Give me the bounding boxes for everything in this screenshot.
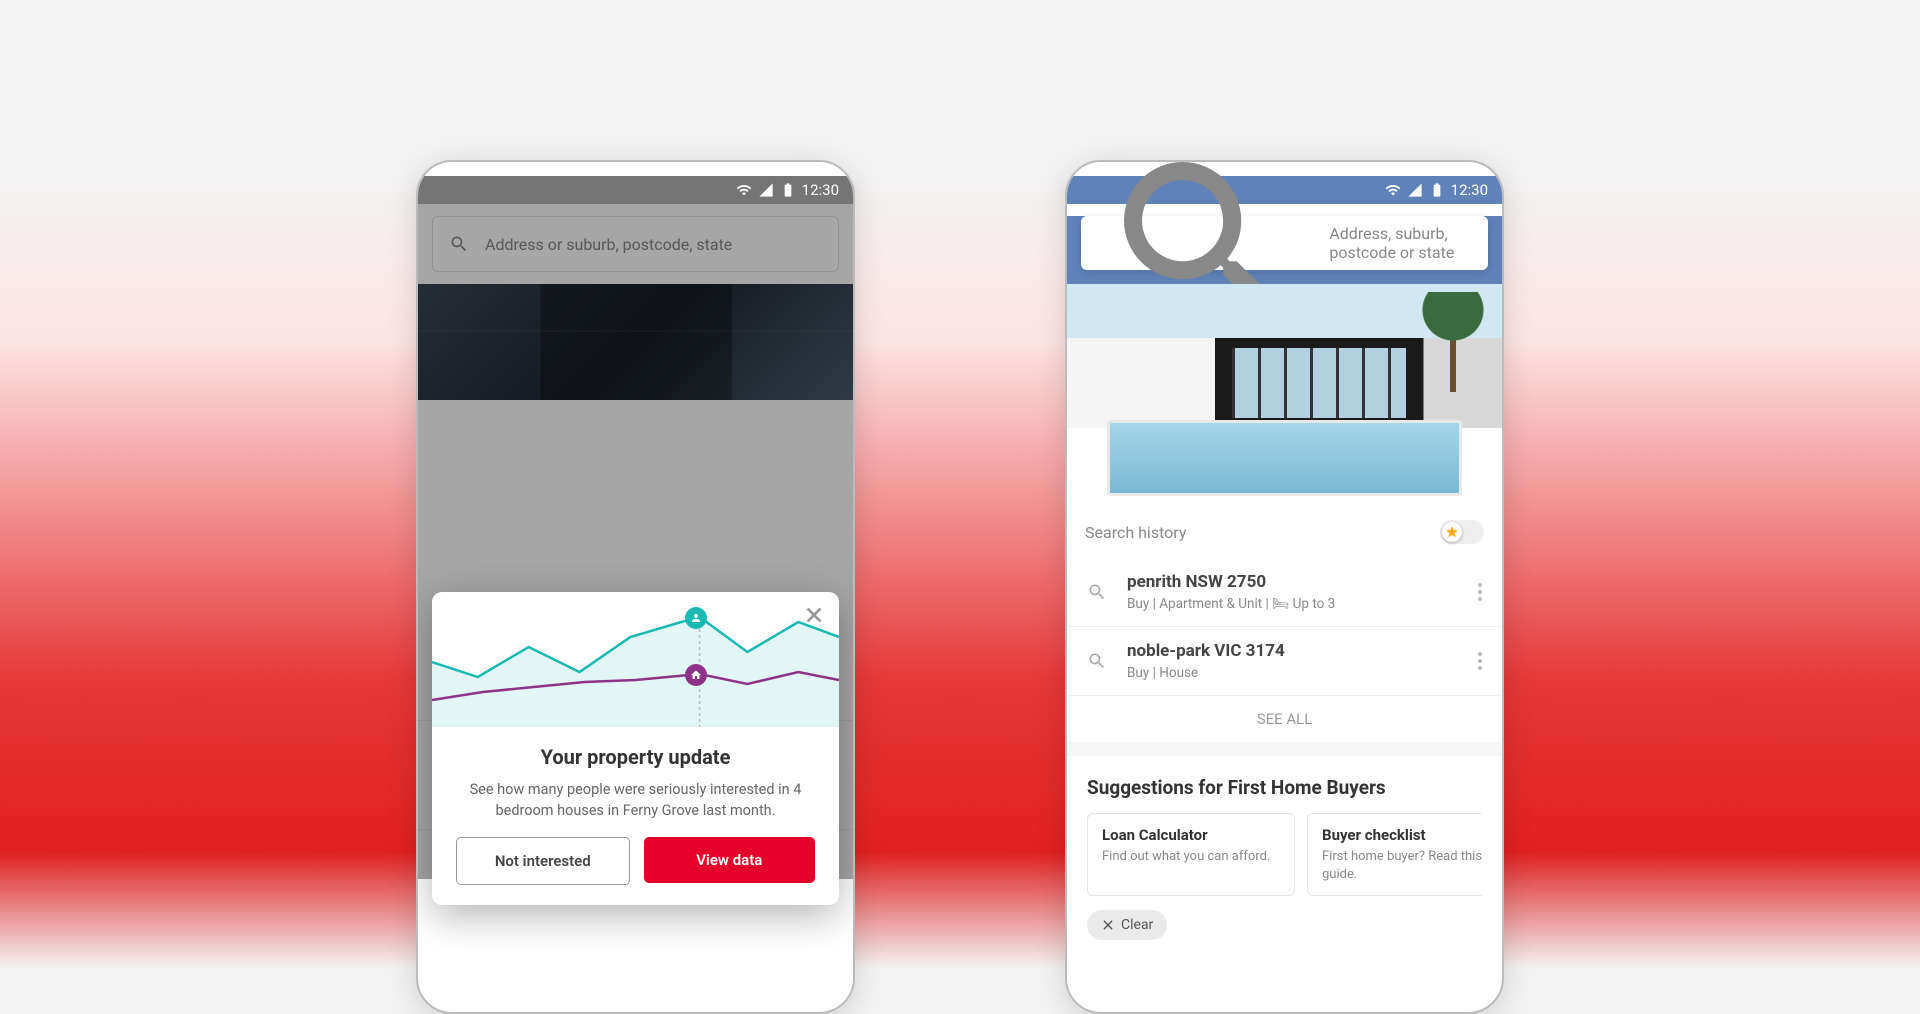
not-interested-button[interactable]: Not interested: [456, 837, 630, 885]
history-sub: Buy | Apartment & Unit | 🛏 Up to 3: [1127, 596, 1458, 612]
suggestion-card[interactable]: Loan Calculator Find out what you can aff…: [1087, 813, 1295, 896]
suggestions-title: Suggestions for First Home Buyers: [1087, 776, 1482, 799]
modal-title: Your property update: [456, 745, 815, 769]
card-text: Find out what you can afford.: [1102, 848, 1280, 866]
battery-icon: [1429, 182, 1445, 198]
card-title: Loan Calculator: [1102, 826, 1280, 844]
search-placeholder: Address, suburb, postcode or state: [1329, 224, 1472, 262]
close-button[interactable]: [803, 604, 825, 630]
history-toggle[interactable]: [1440, 520, 1484, 544]
see-all-button[interactable]: SEE ALL: [1067, 696, 1502, 742]
search-history-label: Search history: [1085, 523, 1186, 542]
search-input[interactable]: Address, suburb, postcode or state: [1081, 216, 1488, 270]
more-icon[interactable]: [1478, 652, 1482, 670]
history-sub: Buy | House: [1127, 665, 1458, 681]
hero-image: [1067, 284, 1502, 506]
star-icon: [1445, 524, 1459, 543]
chart-marker-house-icon: [685, 664, 707, 686]
search-icon: [1087, 651, 1107, 671]
modal-text: See how many people were seriously inter…: [456, 779, 815, 821]
modal-chart: [432, 592, 839, 727]
card-title: Buyer checklist: [1322, 826, 1482, 844]
signal-icon: [758, 182, 774, 198]
suggestion-card[interactable]: Buyer checklist First home buyer? Read th…: [1307, 813, 1482, 896]
history-item[interactable]: penrith NSW 2750 Buy | Apartment & Unit |…: [1067, 558, 1502, 627]
status-time: 12:30: [802, 181, 839, 199]
history-title: noble-park VIC 3174: [1127, 641, 1458, 661]
wifi-icon: [736, 182, 752, 198]
close-icon: [1101, 918, 1115, 932]
history-item[interactable]: noble-park VIC 3174 Buy | House: [1067, 627, 1502, 696]
status-time: 12:30: [1451, 181, 1488, 199]
clear-button[interactable]: Clear: [1087, 910, 1167, 940]
history-title: penrith NSW 2750: [1127, 572, 1458, 592]
property-update-modal: Your property update See how many people…: [432, 592, 839, 905]
phone-left: 12:30 Address or suburb, postcode, state…: [416, 160, 855, 1014]
status-bar: 12:30: [418, 176, 853, 204]
wifi-icon: [1385, 182, 1401, 198]
chart-marker-person-icon: [685, 607, 707, 629]
search-icon: [1087, 582, 1107, 602]
signal-icon: [1407, 182, 1423, 198]
phone-right: 12:30 Address, suburb, postcode or state…: [1065, 160, 1504, 1014]
battery-icon: [780, 182, 796, 198]
card-text: First home buyer? Read this guide.: [1322, 848, 1482, 883]
view-data-button[interactable]: View data: [644, 837, 816, 883]
more-icon[interactable]: [1478, 583, 1482, 601]
